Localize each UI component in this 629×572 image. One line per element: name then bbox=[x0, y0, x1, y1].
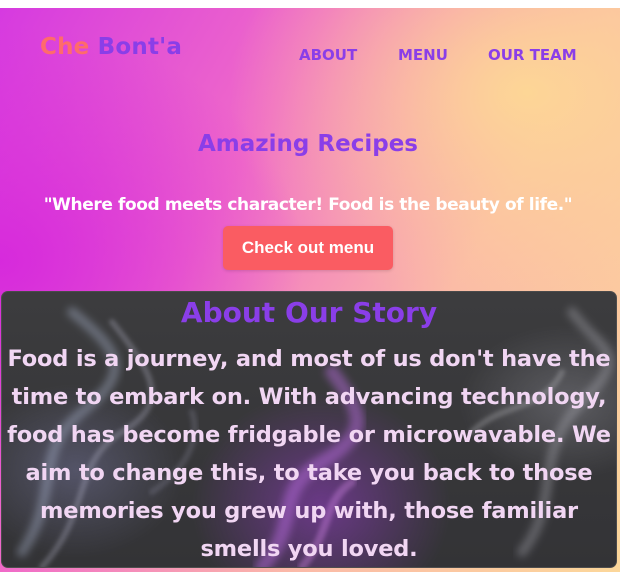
about-story-text: Food is a journey, and most of us don't … bbox=[7, 346, 611, 562]
brand-logo[interactable]: Che Bont'a bbox=[40, 34, 182, 60]
hero-tagline: "Where food meets character! Food is the… bbox=[43, 195, 573, 215]
nav-link-our-team[interactable]: OUR TEAM bbox=[488, 46, 578, 64]
main-nav: ABOUT MENU OUR TEAM bbox=[299, 46, 578, 64]
page: Che Bont'a ABOUT MENU OUR TEAM Amazing R… bbox=[0, 8, 620, 572]
nav-link-about[interactable]: ABOUT bbox=[299, 46, 398, 64]
brand-name-first: Che bbox=[40, 34, 90, 60]
hero-title: Amazing Recipes bbox=[198, 131, 418, 157]
nav-link-menu[interactable]: MENU bbox=[398, 46, 488, 64]
about-story-panel: About Our Story Food is a journey, and m… bbox=[1, 291, 617, 568]
about-story-title: About Our Story bbox=[180, 296, 438, 329]
check-out-menu-button[interactable]: Check out menu bbox=[223, 226, 393, 270]
brand-name-second: Bont'a bbox=[97, 34, 183, 60]
